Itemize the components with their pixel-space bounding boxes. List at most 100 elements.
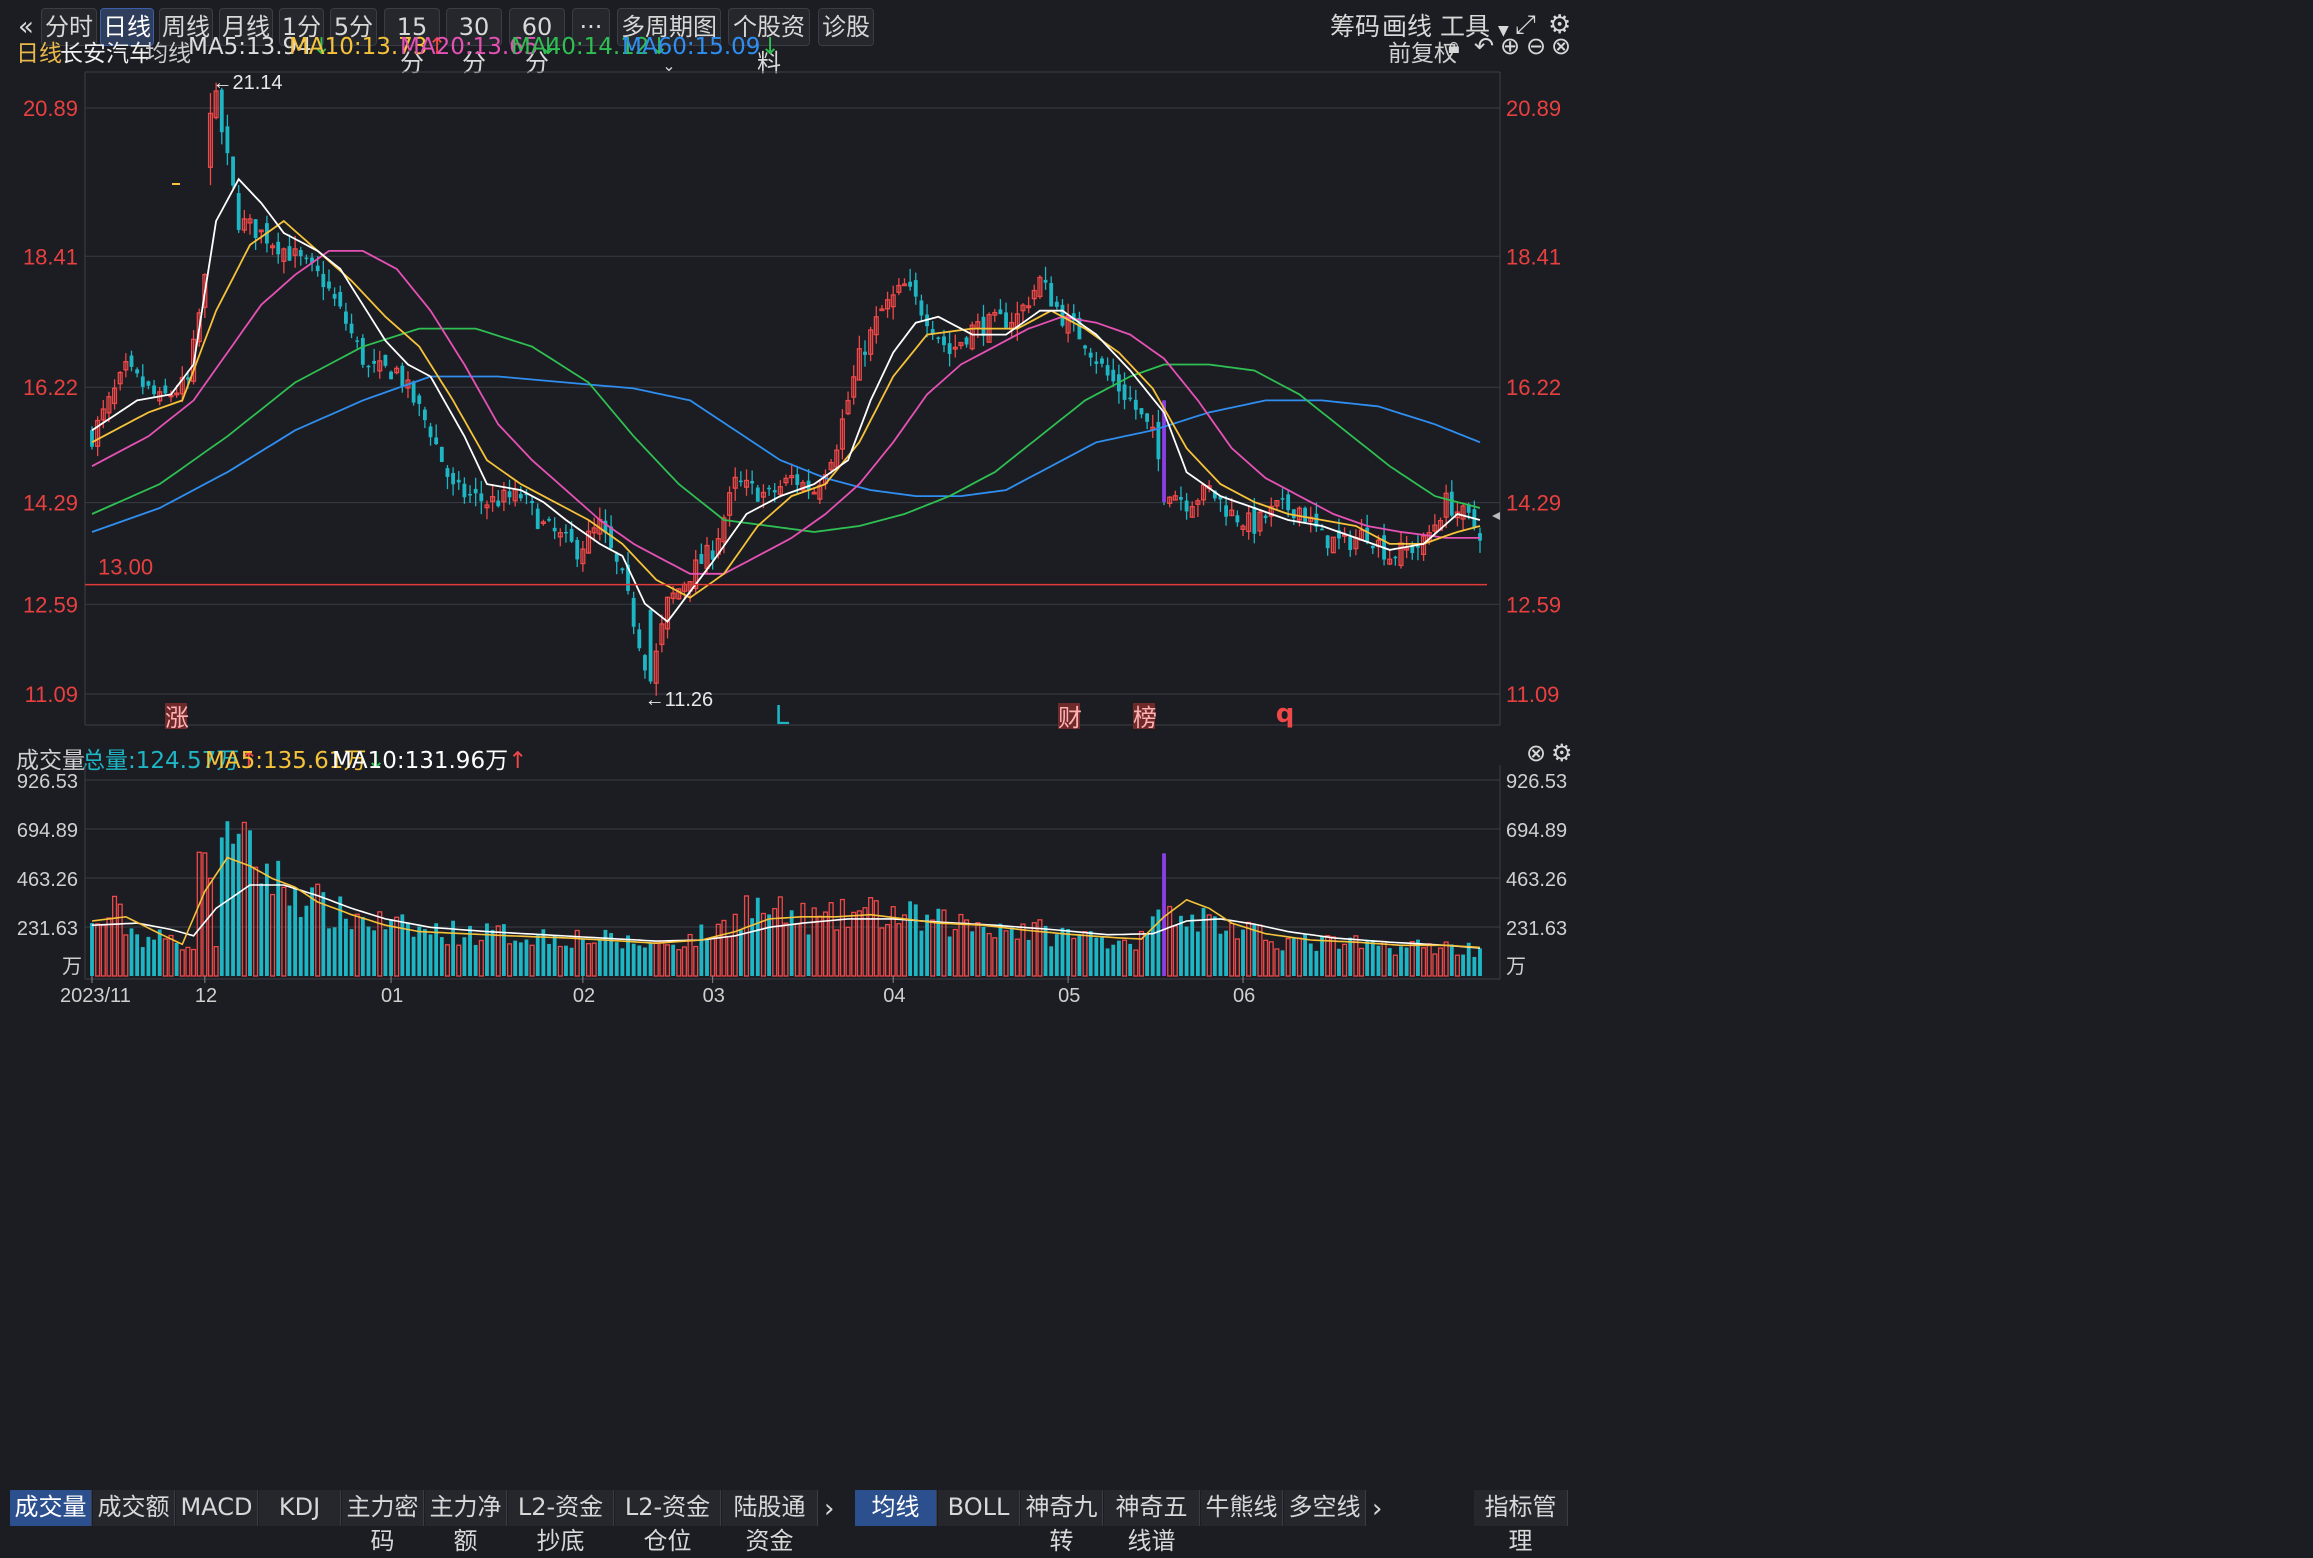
price-tick-label: 16.22 (23, 375, 78, 400)
volume-bar (1049, 946, 1054, 976)
volume-bar (343, 918, 348, 976)
volume-chart[interactable]: 926.53 926.53 694.89 694.89 463.26 463.26 231.… (0, 765, 1568, 1165)
candle-body (998, 309, 1003, 315)
candle-body (1286, 494, 1291, 511)
price-tick-label: 18.41 (1506, 244, 1561, 269)
volume-bar (179, 949, 185, 977)
volume-bar (1358, 947, 1365, 977)
volume-tick-label: 231.63 (1506, 918, 1567, 940)
volume-bar (1387, 948, 1392, 976)
zoom-out-icon[interactable]: ⊖ (1526, 34, 1546, 58)
volume-bar (1082, 931, 1088, 977)
volume-bar (868, 897, 874, 977)
volume-bar (100, 924, 106, 977)
tab-main-force-net[interactable]: 主力净额 (425, 1490, 507, 1555)
candle-body (643, 655, 647, 671)
tab-turnover[interactable]: 成交额 (93, 1490, 175, 1526)
candlestick-chart[interactable]: 20.89 18.41 16.22 14.29 12.59 11.09 20.89 18.4… (0, 70, 1568, 735)
tab-l2-bottom[interactable]: L2-资金抄底 (508, 1490, 614, 1555)
candle-body (383, 354, 388, 366)
volume-bar (839, 898, 845, 977)
volume-bar (298, 916, 303, 976)
gear-icon[interactable]: ⚙ (1551, 741, 1573, 765)
tab-boll[interactable]: BOLL (938, 1490, 1020, 1526)
signal-bang[interactable]: 榜 (1133, 703, 1157, 732)
volume-bar (456, 944, 462, 977)
volume-bar (856, 910, 862, 977)
candle-body (507, 491, 512, 498)
volume-bar (591, 942, 597, 977)
date-label: 02 (573, 985, 595, 1007)
candle-body (140, 376, 145, 387)
volume-bar (513, 940, 518, 976)
volume-bar (767, 914, 771, 976)
volume-bar (417, 926, 422, 976)
tab-macd[interactable]: MACD (176, 1490, 258, 1526)
candle-body (795, 474, 800, 485)
volume-bar (140, 947, 145, 976)
price-tick-label: 14.29 (23, 491, 78, 516)
chevron-right-icon[interactable]: › (1372, 1496, 1382, 1522)
candle-body (1325, 535, 1330, 549)
candle-body (163, 385, 168, 394)
signal-q[interactable]: q (1275, 699, 1295, 729)
volume-bar (552, 935, 557, 976)
volume-bar (202, 852, 208, 977)
zoom-in-icon[interactable]: ⊕ (1500, 34, 1520, 58)
tab-kdj[interactable]: KDJ (259, 1490, 341, 1526)
volume-bar (1094, 937, 1099, 976)
candle-body (1100, 358, 1104, 364)
volume-bar (123, 934, 129, 977)
candle-body (479, 493, 484, 502)
volume-bar (1145, 933, 1150, 976)
volume-bar (1325, 935, 1331, 977)
volume-bar (664, 944, 671, 977)
ma-label[interactable]: 均线 (145, 34, 191, 68)
tab-ma[interactable]: 均线 (855, 1490, 937, 1526)
volume-bar (1285, 937, 1291, 977)
tab-main-force-code[interactable]: 主力密码 (342, 1490, 424, 1555)
tab-northbound[interactable]: 陆股通资金 (722, 1490, 818, 1555)
candle-body (947, 343, 952, 354)
volume-bar (620, 948, 625, 976)
volume-bar (981, 926, 986, 976)
volume-tick-label: 231.63 (17, 918, 78, 940)
adjust-mode[interactable]: 前复权 (1388, 34, 1457, 68)
close-icon[interactable]: ⊗ (1551, 34, 1571, 58)
close-icon[interactable]: ⊗ (1526, 741, 1546, 765)
candle-body (90, 429, 94, 447)
volume-bar (383, 929, 388, 976)
candle-body (349, 323, 354, 334)
candle-body (648, 609, 653, 682)
volume-bar (1241, 929, 1245, 976)
undo-icon[interactable]: ↶ (1474, 34, 1494, 58)
candle-body (1179, 497, 1183, 500)
tab-bull-bear[interactable]: 牛熊线 (1201, 1490, 1283, 1526)
chevron-right-icon[interactable]: › (824, 1496, 834, 1522)
price-tick-label: 12.59 (1506, 592, 1561, 617)
signal-l[interactable]: L (772, 701, 792, 731)
candle-body (1094, 361, 1099, 364)
indicator-manage-button[interactable]: 指标管理 (1474, 1490, 1568, 1555)
signal-zhang[interactable]: 涨 (165, 703, 189, 732)
candle-body (863, 351, 867, 355)
volume-bar (1381, 940, 1387, 977)
candle-body (236, 193, 241, 230)
candle-body (535, 508, 540, 529)
tab-l2-position[interactable]: L2-资金仓位 (615, 1490, 721, 1555)
volume-bar (557, 945, 563, 977)
candle-body (343, 311, 348, 324)
lock-icon[interactable]: 🔒︎ (1448, 36, 1460, 58)
signal-cai[interactable]: 财 (1058, 703, 1082, 732)
volume-bar (952, 928, 958, 977)
tab-magic-five[interactable]: 神奇五线谱 (1104, 1490, 1200, 1555)
tab-volume[interactable]: 成交量 (10, 1490, 92, 1526)
volume-bar (998, 923, 1003, 976)
volume-bar (389, 919, 393, 976)
volume-bar (659, 940, 665, 977)
tab-magic-nine[interactable]: 神奇九转 (1021, 1490, 1103, 1555)
tab-long-short[interactable]: 多空线 (1284, 1490, 1366, 1526)
volume-bar (919, 930, 924, 976)
candle-body (417, 395, 422, 404)
volume-bar (732, 913, 738, 977)
